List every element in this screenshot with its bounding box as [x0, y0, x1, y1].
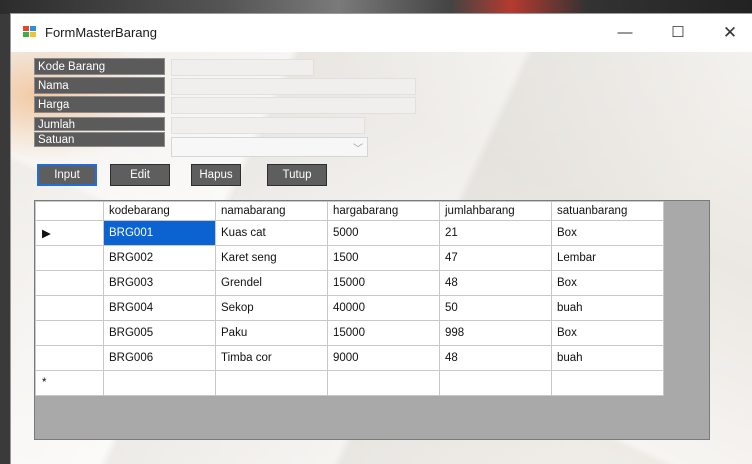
minimize-button[interactable]: — [602, 14, 648, 52]
table-cell[interactable]: Box [551, 320, 664, 346]
label-satuan: Satuan [34, 132, 165, 147]
table-cell[interactable]: 15000 [327, 270, 440, 296]
table-cell[interactable]: Sekop [215, 295, 328, 321]
data-grid[interactable]: kodebarang namabarang hargabarang jumlah… [34, 200, 710, 440]
kode-barang-input[interactable] [171, 59, 314, 76]
window-title: FormMasterBarang [45, 25, 157, 40]
table-row[interactable]: BRG002 Karet seng 1500 47 Lembar [35, 245, 664, 271]
table-cell[interactable]: Karet seng [215, 245, 328, 271]
title-bar[interactable]: FormMasterBarang — ☐ ✕ [11, 14, 752, 52]
column-header-kodebarang[interactable]: kodebarang [103, 201, 216, 221]
table-cell[interactable]: 21 [439, 220, 552, 246]
table-cell[interactable] [215, 370, 328, 396]
table-cell[interactable] [551, 370, 664, 396]
row-header-corner [35, 201, 104, 221]
column-header-hargabarang[interactable]: hargabarang [327, 201, 440, 221]
table-cell[interactable]: Timba cor [215, 345, 328, 371]
table-row[interactable]: BRG005 Paku 15000 998 Box [35, 320, 664, 346]
row-header[interactable] [35, 345, 104, 371]
label-nama: Nama [34, 77, 165, 94]
table-cell[interactable]: BRG005 [103, 320, 216, 346]
hapus-button[interactable]: Hapus [191, 164, 241, 186]
table-cell[interactable] [439, 370, 552, 396]
table-cell[interactable]: 998 [439, 320, 552, 346]
table-cell[interactable]: buah [551, 295, 664, 321]
row-header[interactable] [35, 320, 104, 346]
table-cell[interactable]: 9000 [327, 345, 440, 371]
table-cell[interactable]: 5000 [327, 220, 440, 246]
table-row[interactable]: ▶ BRG001 Kuas cat 5000 21 Box [35, 220, 664, 246]
grid-table: kodebarang namabarang hargabarang jumlah… [35, 201, 664, 396]
table-cell[interactable]: 50 [439, 295, 552, 321]
new-row-asterisk-icon[interactable]: * [35, 370, 104, 396]
form-window: FormMasterBarang — ☐ ✕ Kode Barang Nama … [11, 14, 752, 464]
table-cell[interactable]: BRG006 [103, 345, 216, 371]
table-cell[interactable]: Lembar [551, 245, 664, 271]
row-header[interactable] [35, 270, 104, 296]
table-cell[interactable]: BRG002 [103, 245, 216, 271]
table-row[interactable]: BRG003 Grendel 15000 48 Box [35, 270, 664, 296]
app-icon [23, 26, 37, 38]
satuan-select[interactable]: ﹀ [171, 137, 368, 157]
desktop-background [0, 0, 752, 14]
table-cell[interactable]: Box [551, 220, 664, 246]
tutup-button[interactable]: Tutup [267, 164, 327, 186]
column-header-satuanbarang[interactable]: satuanbarang [551, 201, 664, 221]
table-cell[interactable] [103, 370, 216, 396]
table-cell[interactable]: 1500 [327, 245, 440, 271]
row-header[interactable] [35, 245, 104, 271]
table-cell[interactable]: 48 [439, 345, 552, 371]
grid-header-row: kodebarang namabarang hargabarang jumlah… [35, 201, 664, 221]
table-cell[interactable]: BRG001 [103, 220, 216, 246]
table-cell[interactable]: BRG003 [103, 270, 216, 296]
table-cell[interactable]: 15000 [327, 320, 440, 346]
column-header-namabarang[interactable]: namabarang [215, 201, 328, 221]
table-row[interactable]: BRG004 Sekop 40000 50 buah [35, 295, 664, 321]
maximize-button[interactable]: ☐ [655, 14, 701, 52]
label-kode-barang: Kode Barang [34, 58, 165, 75]
table-cell[interactable]: BRG004 [103, 295, 216, 321]
label-jumlah: Jumlah [34, 117, 165, 131]
nama-input[interactable] [171, 78, 416, 95]
table-cell[interactable]: Box [551, 270, 664, 296]
close-button[interactable]: ✕ [707, 14, 752, 52]
row-header[interactable] [35, 295, 104, 321]
jumlah-input[interactable] [171, 117, 365, 134]
harga-input[interactable] [171, 97, 416, 114]
table-row[interactable]: BRG006 Timba cor 9000 48 buah [35, 345, 664, 371]
input-button[interactable]: Input [37, 164, 97, 186]
table-cell[interactable] [327, 370, 440, 396]
table-cell[interactable]: 47 [439, 245, 552, 271]
table-cell[interactable]: 40000 [327, 295, 440, 321]
table-cell[interactable]: Kuas cat [215, 220, 328, 246]
chevron-down-icon[interactable]: ﹀ [353, 140, 363, 155]
new-row[interactable]: * [35, 370, 664, 396]
column-header-jumlahbarang[interactable]: jumlahbarang [439, 201, 552, 221]
table-cell[interactable]: Paku [215, 320, 328, 346]
edit-button[interactable]: Edit [110, 164, 170, 186]
table-cell[interactable]: buah [551, 345, 664, 371]
current-row-arrow-icon[interactable]: ▶ [35, 220, 104, 246]
table-cell[interactable]: 48 [439, 270, 552, 296]
label-harga: Harga [34, 96, 165, 113]
table-cell[interactable]: Grendel [215, 270, 328, 296]
